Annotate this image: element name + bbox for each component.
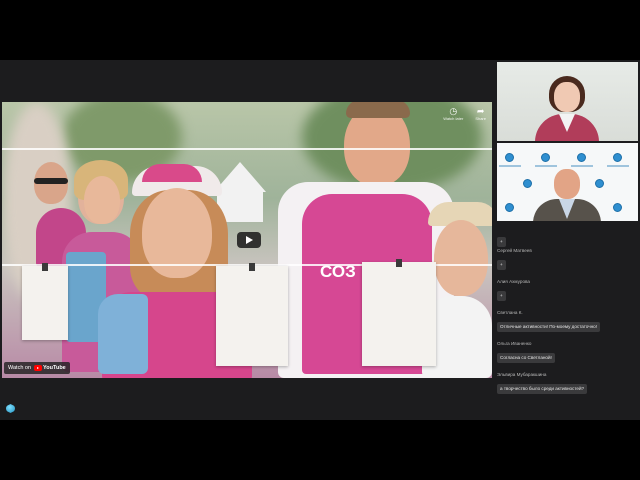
chat-panel: + Сергей Матвеев + Алия Ахмурова + Светл…	[497, 224, 638, 420]
paper-card	[216, 263, 288, 366]
youtube-wordmark: YouTube	[43, 365, 66, 371]
clock-icon: ◷	[449, 106, 458, 116]
chat-sender-name: Сергей Матвеев	[497, 248, 532, 253]
paper-card	[22, 263, 68, 340]
youtube-logo: YouTube	[34, 365, 66, 371]
backdrop-text-line	[571, 165, 593, 167]
chat-message-text: +	[497, 260, 506, 270]
share-button[interactable]: ➦ Share	[475, 106, 486, 121]
chat-message-text: +	[497, 237, 506, 247]
chat-sender-name: Светлана К.	[497, 310, 523, 315]
chat-message-text: Отличные активности! По-моему достаточно…	[497, 322, 600, 332]
chat-message: Светлана К. Отличные активности! По-моем…	[497, 310, 600, 333]
chat-sender-name: Алия Ахмурова	[497, 279, 530, 284]
app-hex-icon[interactable]	[6, 404, 15, 413]
chat-message: Сергей Матвеев +	[497, 248, 532, 271]
backdrop-logo-icon	[523, 179, 532, 188]
chat-message: Ольга Иваненко Согласна со Светланой!	[497, 341, 555, 364]
chat-message: Алия Ахмурова +	[497, 279, 530, 302]
letterbox-top	[0, 0, 640, 60]
watch-on-youtube-button[interactable]: Watch on YouTube	[4, 362, 70, 374]
letterbox-bottom	[0, 420, 640, 480]
share-icon: ➦	[476, 106, 485, 116]
chat-sender-name: Ольга Иваненко	[497, 341, 532, 346]
shared-video[interactable]: СОЗ ◷ Watch later ➦ Share Watch on YouTu…	[2, 102, 492, 378]
backdrop-logo-icon	[541, 153, 550, 162]
chat-message-text: +	[497, 291, 506, 301]
avatar-face	[554, 82, 580, 112]
participant-tile-woman[interactable]	[497, 62, 638, 141]
backdrop-text-line	[499, 165, 521, 167]
backdrop-logo-icon	[613, 203, 622, 212]
paper-card	[362, 259, 436, 366]
share-label: Share	[475, 116, 486, 121]
chat-message-text: а творчество было среди активностей?	[497, 384, 588, 394]
backdrop-text-line	[607, 165, 629, 167]
chat-message: Эльвира Мубаракшина а творчество было ср…	[497, 372, 588, 395]
avatar-head	[554, 169, 580, 199]
chat-message-text: Согласна со Светланой!	[497, 353, 555, 363]
youtube-play-icon	[34, 365, 43, 371]
backdrop-logo-icon	[505, 153, 514, 162]
backdrop-logo-icon	[595, 179, 604, 188]
backdrop-logo-icon	[613, 153, 622, 162]
backdrop-text-line	[535, 165, 557, 167]
play-icon	[245, 236, 253, 244]
conference-window: СОЗ ◷ Watch later ➦ Share Watch on YouTu…	[0, 60, 640, 420]
watch-on-label: Watch on	[8, 365, 32, 371]
participant-tile-man[interactable]	[497, 143, 638, 221]
chat-sender-name: Эльвира Мубаракшина	[497, 372, 547, 377]
backdrop-logo-icon	[505, 203, 514, 212]
play-button[interactable]	[237, 232, 261, 248]
video-top-controls: ◷ Watch later ➦ Share	[443, 106, 486, 121]
tent-roof	[214, 162, 266, 192]
chat-message: +	[497, 230, 506, 248]
clothesline-top	[2, 148, 492, 150]
backdrop-logo-icon	[577, 153, 586, 162]
watch-later-label: Watch later	[443, 116, 464, 121]
watch-later-button[interactable]: ◷ Watch later	[443, 106, 463, 121]
